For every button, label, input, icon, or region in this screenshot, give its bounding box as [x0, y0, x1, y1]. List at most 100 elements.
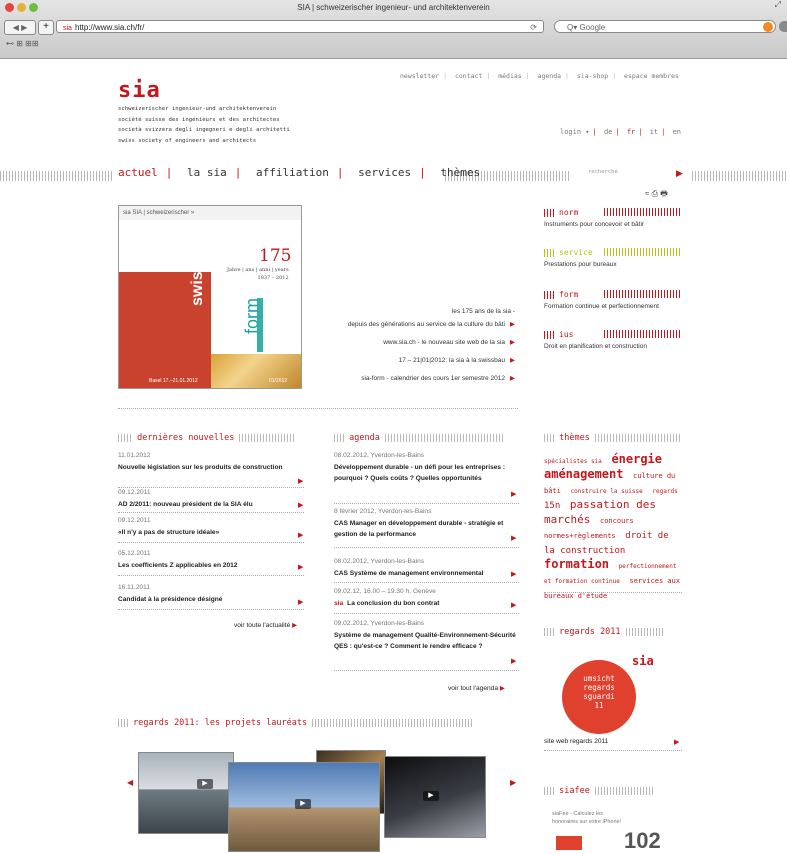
agenda-item[interactable]: 09.02.12, 16.00 – 19.30 h, Genève sia La c…: [334, 588, 519, 609]
sia-logo[interactable]: sia: [118, 78, 161, 103]
hero-foot-right: 01/2012: [269, 378, 288, 384]
hero-link-swissbau[interactable]: 17 – 21|01|2012: la sia à la swissbau ▶: [399, 356, 515, 364]
news-item[interactable]: 09.12.2011 AD 2/2011: nouveau président d…: [118, 489, 304, 510]
arrow-icon[interactable]: ▶: [674, 738, 679, 746]
nav-services[interactable]: services: [358, 166, 411, 179]
lang-de[interactable]: de: [604, 128, 612, 136]
extension-icon[interactable]: [779, 21, 787, 32]
lang-en[interactable]: en: [673, 128, 681, 136]
snapback-icon[interactable]: [763, 22, 773, 32]
tag-link[interactable]: aménagement: [544, 467, 623, 481]
regards-link[interactable]: site web regards 2011: [544, 738, 608, 745]
news-title[interactable]: «Il n'y a pas de structure idéale»: [118, 527, 304, 538]
play-icon: ▶: [295, 799, 311, 809]
main-navigation: actuel | la sia | affiliation | services | t…: [118, 166, 481, 179]
hero-link-175[interactable]: depuis des générations au service de la …: [348, 320, 515, 328]
back-forward-button[interactable]: ◀ ▶: [4, 20, 36, 35]
arrow-icon[interactable]: ▶: [298, 563, 303, 571]
add-bookmark-button[interactable]: +: [38, 20, 54, 35]
agenda-more-label: voir tout l'agenda: [448, 685, 499, 692]
arrow-icon[interactable]: ▶: [298, 477, 303, 485]
topnav-medias[interactable]: médias: [498, 72, 521, 80]
arrow-icon[interactable]: ▶: [511, 490, 516, 498]
reload-icon[interactable]: ⟳: [530, 21, 537, 34]
agenda-title[interactable]: CAS Manager en développement durable - s…: [334, 518, 519, 540]
site-search-input[interactable]: recherche: [588, 169, 684, 180]
cat-norm[interactable]: norm Instruments pour concevoir et bâtir: [544, 208, 681, 228]
search-field[interactable]: Q▾ Google: [554, 20, 776, 33]
arrow-icon[interactable]: ▶: [511, 570, 516, 578]
nav-la-sia[interactable]: la sia: [187, 166, 227, 179]
tag-link[interactable]: énergie: [611, 452, 662, 466]
tag-link[interactable]: normes+règlements: [544, 532, 616, 540]
lang-it[interactable]: it: [650, 128, 658, 136]
agenda-title[interactable]: La conclusion du bon contrat: [347, 600, 439, 607]
gallery-prev-icon[interactable]: ◀: [127, 778, 133, 787]
bookmarks-bar[interactable]: ⊷ ⊞ ⊞⊞: [6, 39, 39, 48]
zoom-window-icon[interactable]: [29, 3, 38, 12]
cat-ius[interactable]: ius Droit en planification et constructi…: [544, 330, 681, 350]
nav-actuel[interactable]: actuel: [118, 166, 158, 179]
tag-link[interactable]: regards: [652, 488, 677, 495]
close-window-icon[interactable]: [5, 3, 14, 12]
arrow-icon[interactable]: ▶: [511, 601, 516, 609]
address-bar[interactable]: sia http://www.sia.ch/fr/ ⟳: [56, 20, 544, 33]
topnav-contact[interactable]: contact: [455, 72, 482, 80]
agenda-title[interactable]: CAS Système de management environnementa…: [334, 568, 519, 579]
hero-link-website[interactable]: www.sia.ch - le nouveau site web de la s…: [383, 338, 515, 346]
themes-heading: thèmes: [544, 433, 681, 443]
agenda-item[interactable]: 08.02.2012, Yverdon-les-Bains Développeme…: [334, 452, 519, 484]
news-date: 09.12.2011: [118, 517, 151, 524]
topnav-sia-shop[interactable]: sia-shop: [577, 72, 608, 80]
agenda-more-link[interactable]: voir tout l'agenda ▶: [448, 684, 528, 692]
hero-link-175-line1[interactable]: les 175 ans de la sia -: [452, 308, 515, 315]
gallery-thumb[interactable]: ▶: [138, 752, 234, 834]
arrow-icon[interactable]: ▶: [298, 501, 303, 509]
divider: [118, 408, 518, 409]
regards-badge[interactable]: umsicht regards sguardi 11: [562, 660, 636, 734]
news-title[interactable]: Candidat à la présidence désigné: [118, 594, 304, 605]
tag-link[interactable]: construire la suisse: [571, 488, 643, 495]
news-item[interactable]: 11.01.2012 Nouvelle législation sur les p…: [118, 452, 304, 473]
cat-service[interactable]: service Prestations pour bureaux: [544, 248, 681, 268]
arrow-icon[interactable]: ▶: [511, 657, 516, 665]
news-title[interactable]: Les coefficients Z applicables en 2012: [118, 560, 304, 571]
arrow-icon[interactable]: ▶: [298, 598, 303, 606]
tag-link[interactable]: spécialistes sia: [544, 458, 602, 465]
gallery-thumb-featured[interactable]: ▶: [228, 762, 380, 852]
news-title[interactable]: AD 2/2011: nouveau président de la SIA é…: [118, 499, 304, 510]
agenda-item[interactable]: 08.02.2012, Yverdon-les-Bains CAS Système…: [334, 558, 519, 579]
minimize-window-icon[interactable]: [17, 3, 26, 12]
news-item[interactable]: 09.12.2011 «Il n'y a pas de structure idé…: [118, 517, 304, 538]
agenda-title[interactable]: Système de management Qualité-Environnem…: [334, 630, 519, 652]
hero-link-sia-form[interactable]: sia-form - calendrier des cours 1er seme…: [361, 374, 515, 382]
nav-themes[interactable]: thèmes: [440, 166, 480, 179]
siafee-app-icon[interactable]: [556, 836, 582, 850]
page-tools-icons[interactable]: ≈ ⎙ 🖶: [645, 188, 668, 202]
hero-image[interactable]: sia SIA | schweizerischer » swissbau 175…: [118, 205, 302, 389]
arrow-icon[interactable]: ▶: [298, 531, 303, 539]
login-link[interactable]: login ▾: [560, 128, 590, 136]
search-placeholder: Q▾ Google: [567, 23, 606, 32]
nav-affiliation[interactable]: affiliation: [256, 166, 329, 179]
gallery-next-icon[interactable]: ▶: [510, 778, 516, 787]
arrow-icon[interactable]: ▶: [511, 534, 516, 542]
news-item[interactable]: 16.11.2011 Candidat à la présidence désig…: [118, 584, 304, 605]
news-more-link[interactable]: voir toute l'actualité ▶: [234, 621, 297, 629]
gallery-thumb[interactable]: ▶: [384, 756, 486, 838]
topnav-newsletter[interactable]: newsletter: [400, 72, 439, 80]
news-item[interactable]: 05.12.2011 Les coefficients Z applicables…: [118, 550, 304, 571]
search-submit-icon[interactable]: ▶: [676, 168, 683, 179]
agenda-item[interactable]: 09.02.2012, Yverdon-les-Bains Système de …: [334, 620, 519, 652]
topnav-agenda[interactable]: agenda: [538, 72, 561, 80]
tag-link[interactable]: 15n: [544, 501, 560, 511]
divider: [334, 547, 519, 548]
tag-link[interactable]: formation: [544, 557, 609, 571]
lang-fr[interactable]: fr: [627, 128, 635, 136]
agenda-item[interactable]: 8 février 2012, Yverdon-les-Bains CAS Man…: [334, 508, 519, 540]
news-title[interactable]: Nouvelle législation sur les produits de…: [118, 462, 304, 473]
topnav-espace-membres[interactable]: espace membres: [624, 72, 679, 80]
tag-link[interactable]: concours: [600, 517, 634, 525]
agenda-title[interactable]: Développement durable - un défi pour les…: [334, 462, 519, 484]
cat-form[interactable]: form Formation continue et perfectionnem…: [544, 290, 681, 310]
